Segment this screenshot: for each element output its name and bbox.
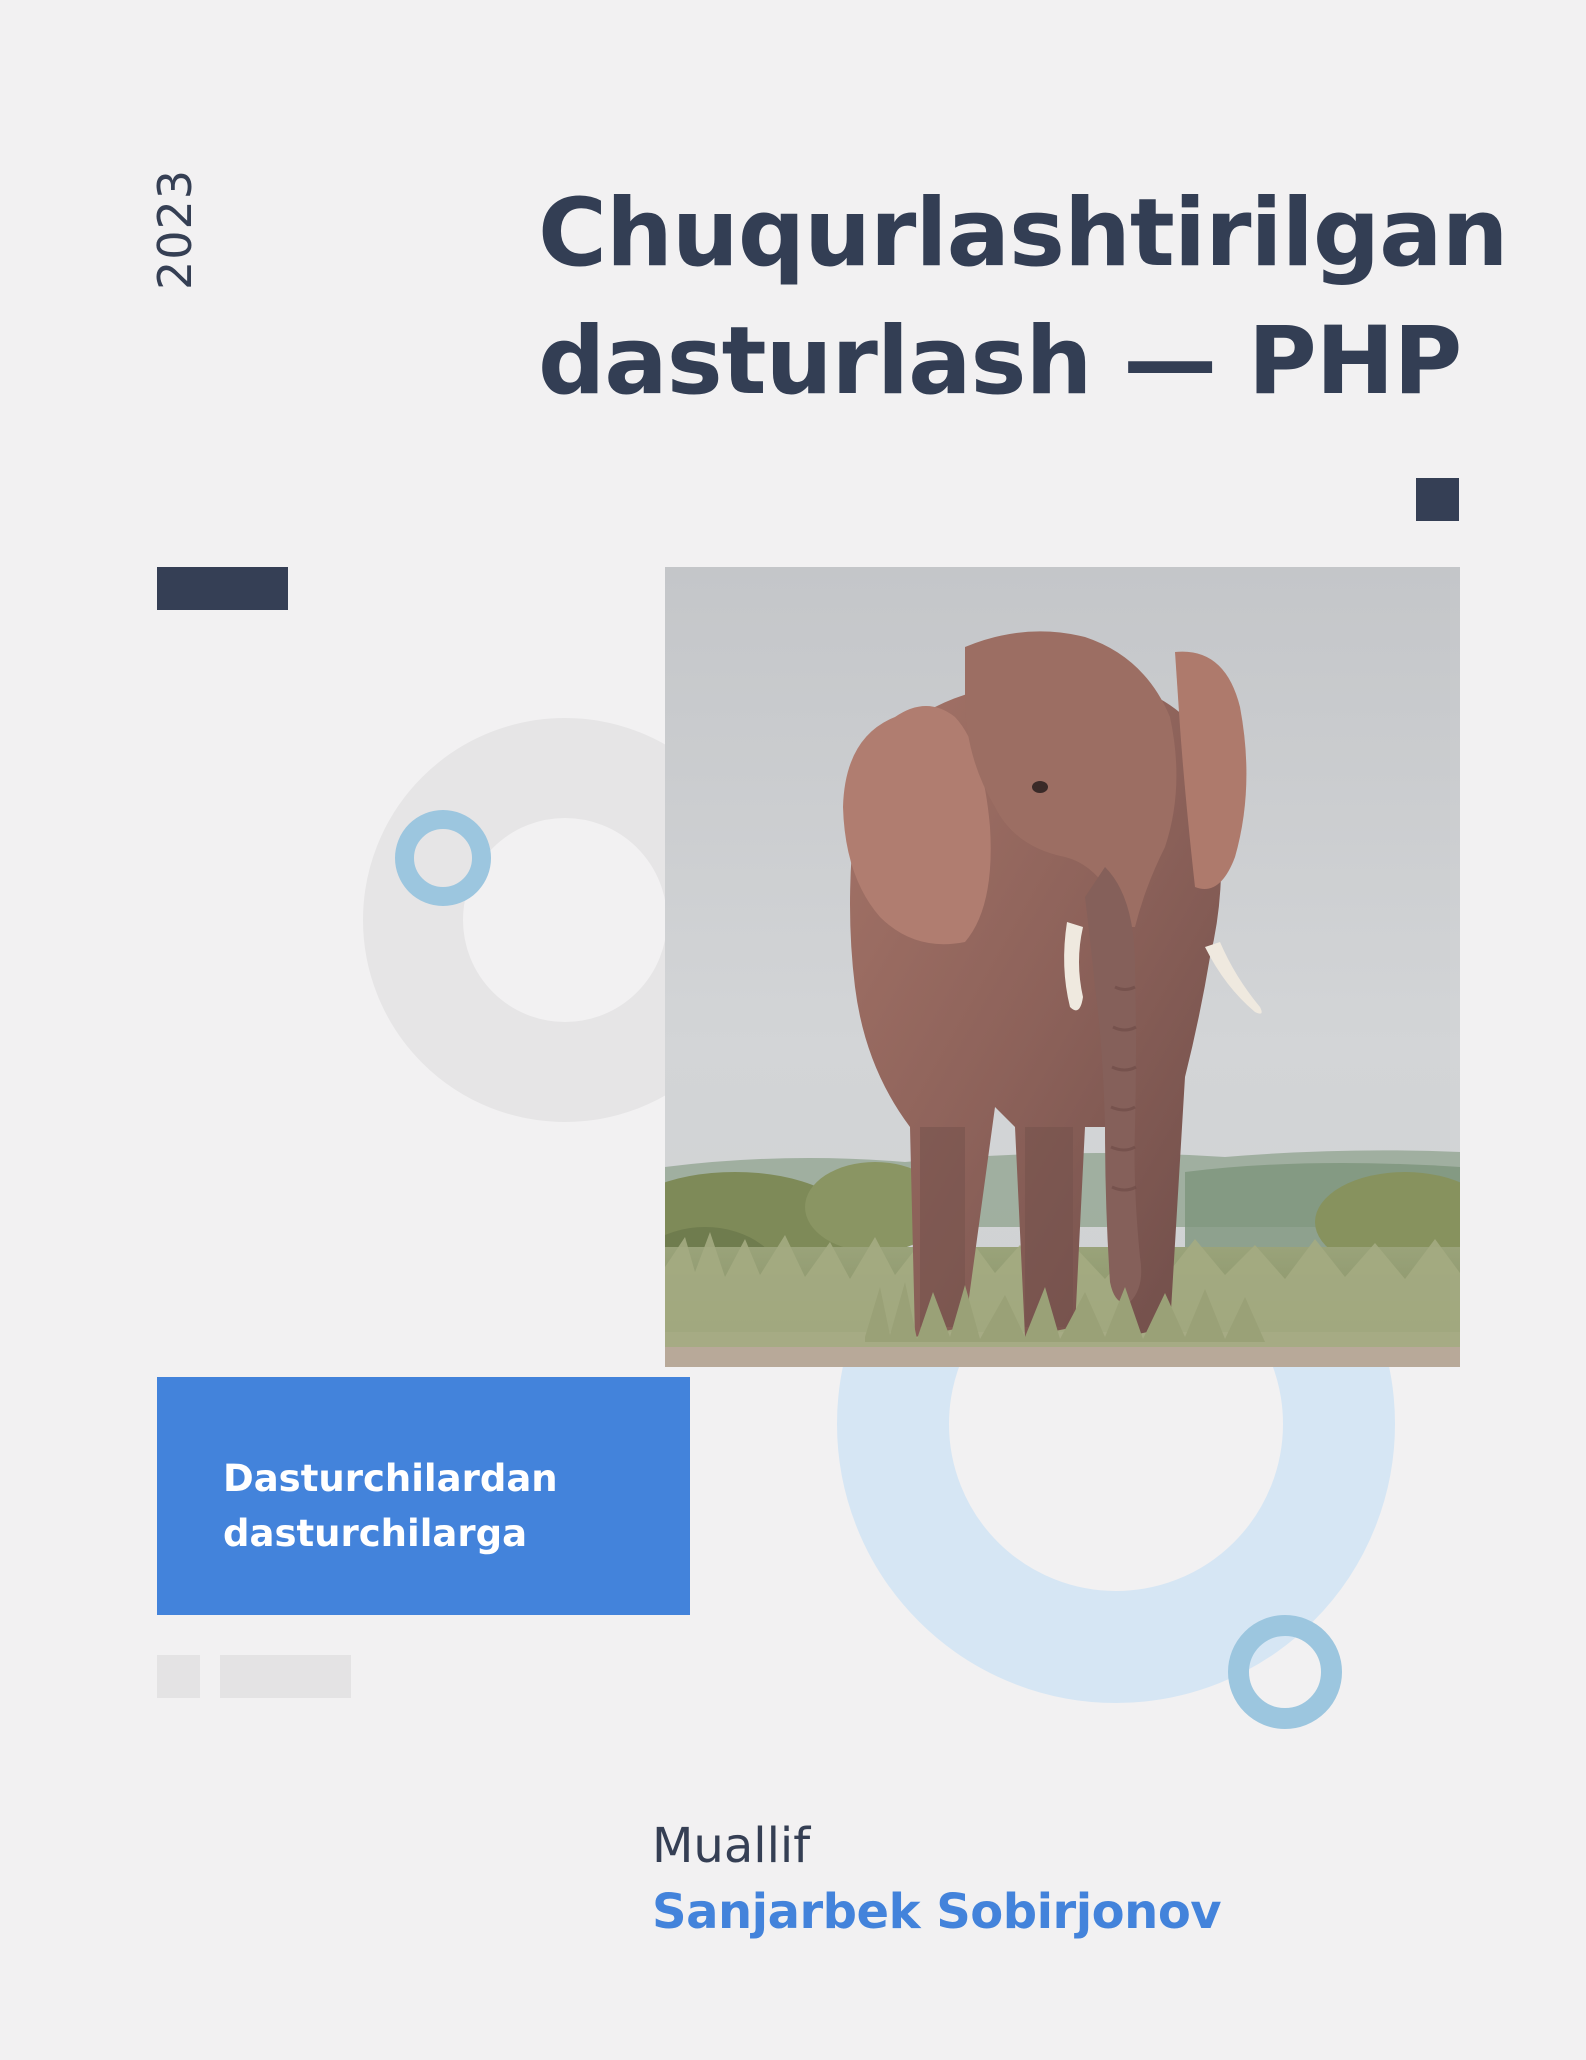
decor-gray-bar	[220, 1655, 351, 1698]
book-title-line-2: dasturlash — PHP	[538, 307, 1462, 416]
tagline-box: Dasturchilardan dasturchilarga	[157, 1377, 690, 1615]
tagline-line-1: Dasturchilardan	[223, 1457, 558, 1500]
author-label: Muallif	[652, 1818, 811, 1874]
tagline-line-2: dasturchilarga	[223, 1512, 528, 1555]
tagline: Dasturchilardan dasturchilarga	[223, 1451, 558, 1561]
book-title: Chuqurlashtirilgan dasturlash — PHP	[538, 170, 1538, 426]
decor-dark-square	[1416, 478, 1459, 521]
author-name: Sanjarbek Sobirjonov	[652, 1884, 1222, 1940]
decor-dark-bar	[157, 567, 288, 610]
elephant-photo	[665, 567, 1460, 1367]
publication-year: 2023	[148, 168, 202, 290]
decor-small-blue-ring-left	[395, 810, 491, 906]
book-cover: 2023 Chuqurlashtirilgan dasturlash — PHP	[0, 0, 1586, 2060]
book-title-line-1: Chuqurlashtirilgan	[538, 179, 1509, 288]
decor-gray-square	[157, 1655, 200, 1698]
elephant-illustration	[665, 567, 1460, 1367]
decor-small-blue-ring-right	[1228, 1615, 1342, 1729]
